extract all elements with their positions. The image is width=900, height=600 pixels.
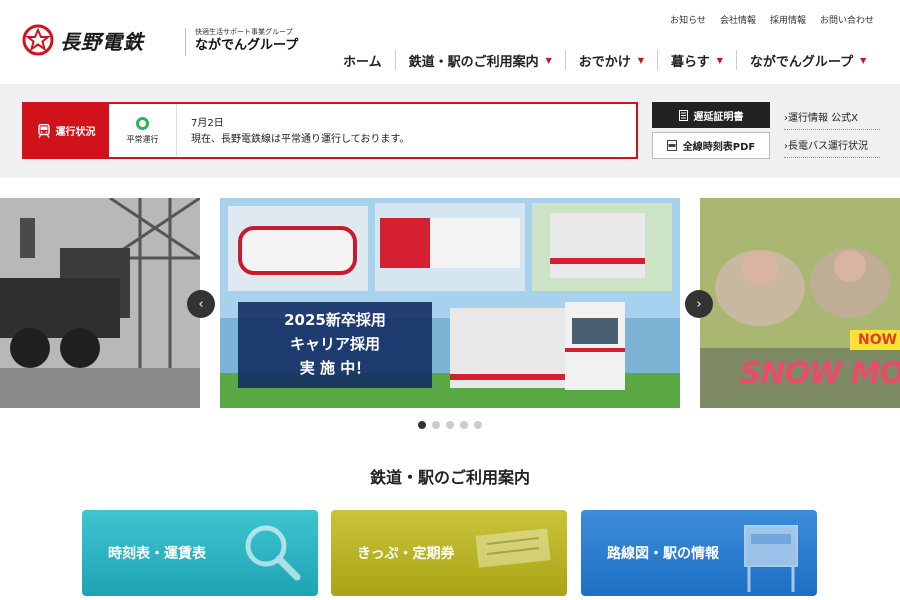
status-band: 運行状況 平常運行 7月2日 現在、長野電鉄線は平常通り運行しております。 遅延… [0,84,900,178]
nav-item-living[interactable]: 暮らす ▼ [656,50,736,70]
status-message: 7月2日 現在、長野電鉄線は平常通り運行しております。 [177,104,409,157]
timetable-pdf-label: 全線時刻表PDF [682,142,756,153]
link-official-x[interactable]: ›運行情報 公式X [784,102,880,130]
chevron-left-icon: ‹ [198,296,204,312]
nav-label: ホーム [343,54,382,70]
timetable-pdf-button[interactable]: 全線時刻表PDF [652,132,770,159]
snow-tag: NOW [850,330,900,350]
slide-snow-monkey[interactable]: NOW SNOW MO [700,198,900,408]
site-logo[interactable]: 長野電鉄 [22,24,144,56]
carousel-next-button[interactable]: › [685,290,713,318]
status-side-links: ›運行情報 公式X ›長電バス運行状況 [784,102,880,158]
logo-mark [22,24,54,56]
util-link-news[interactable]: お知らせ [670,13,706,26]
magnifier-icon [245,525,301,581]
chevron-down-icon: ▼ [716,55,723,65]
chevron-down-icon: ▼ [860,55,867,65]
slide-recruitment-banner[interactable]: 2025新卒採用 キャリア採用 実 施 中！ [220,198,680,408]
steam-locomotive-image [0,198,200,408]
status-state-text: 平常運行 [126,134,159,144]
carousel-dot[interactable] [446,421,454,429]
status-message-text: 現在、長野電鉄線は平常通り運行しております。 [191,134,410,145]
railway-guide-title: 鉄道・駅のご利用案内 [369,468,530,487]
util-link-recruit[interactable]: 採用情報 [770,13,806,26]
status-label: 運行状況 [24,104,109,157]
site-header: 長野電鉄 快適生活サポート事業グループ ながでんグループ お知らせ 会社情報 採… [0,0,900,84]
card-label: 時刻表・運賃表 [108,546,206,562]
operation-status-box[interactable]: 運行状況 平常運行 7月2日 現在、長野電鉄線は平常通り運行しております。 [22,102,638,159]
nav-item-home[interactable]: ホーム [330,50,395,70]
document-icon [678,109,688,121]
link-bus-status[interactable]: ›長電バス運行状況 [784,130,880,158]
banner-line: キャリア採用 [289,335,380,353]
status-label-text: 運行状況 [55,127,96,138]
card-label: きっぷ・定期券 [357,546,455,562]
carousel-dot[interactable] [474,421,482,429]
main-nav: ホーム 鉄道・駅のご利用案内 ▼ おでかけ ▼ 暮らす ▼ ながでんグループ ▼ [330,50,879,70]
group-subtitle: 快適生活サポート事業グループ [195,28,293,36]
carousel-dot[interactable] [432,421,440,429]
side-link-label: 長電バス運行状況 [788,141,868,152]
card-tickets-passes[interactable]: きっぷ・定期券 [331,510,567,596]
nav-label: おでかけ [578,54,631,70]
delay-certificate-button[interactable]: 遅延証明書 [652,102,770,128]
util-link-contact[interactable]: お問い合わせ [820,13,874,26]
nav-item-group[interactable]: ながでんグループ ▼ [735,50,879,70]
hero-carousel: 2025新卒採用 キャリア採用 実 施 中！ NOW SNOW MO ‹ › [0,198,900,410]
ticket-icon [475,528,551,568]
carousel-dot[interactable] [418,421,426,429]
slide-steam-locomotive[interactable] [0,198,200,408]
card-route-map-stations[interactable]: 路線図・駅の情報 [581,510,817,596]
logo-text: 長野電鉄 [60,29,144,54]
chevron-down-icon: ▼ [637,55,644,65]
banner-line: 実 施 中！ [299,359,371,377]
delay-certificate-label: 遅延証明書 [693,111,744,123]
carousel-dots [0,421,900,429]
station-sign-icon [744,525,798,592]
snow-text: SNOW MO [740,356,900,391]
pdf-icon [666,140,677,151]
train-icon [37,123,50,138]
nav-item-railway[interactable]: 鉄道・駅のご利用案内 ▼ [394,50,565,70]
nav-label: 暮らす [670,54,710,70]
normal-status-icon [136,116,149,130]
card-timetable-fares[interactable]: 時刻表・運賃表 [82,510,318,596]
util-link-company[interactable]: 会社情報 [720,13,756,26]
group-name: ながでんグループ [195,38,299,53]
nav-label: 鉄道・駅のご利用案内 [408,54,539,70]
group-block[interactable]: 快適生活サポート事業グループ ながでんグループ [185,28,298,56]
banner-copy: 2025新卒採用 キャリア採用 実 施 中！ [238,302,432,388]
nav-label: ながでんグループ [749,54,854,70]
nav-item-outing[interactable]: おでかけ ▼ [564,50,657,70]
chevron-down-icon: ▼ [545,55,552,65]
side-link-label: 運行情報 公式X [788,113,859,124]
status-state: 平常運行 [109,104,177,157]
chevron-right-icon: › [696,296,702,312]
status-date: 7月2日 [191,118,224,129]
carousel-dot[interactable] [460,421,468,429]
card-label: 路線図・駅の情報 [607,546,719,562]
banner-line: 2025新卒採用 [284,311,386,329]
carousel-prev-button[interactable]: ‹ [187,290,215,318]
utility-nav: お知らせ 会社情報 採用情報 お問い合わせ [670,13,874,26]
